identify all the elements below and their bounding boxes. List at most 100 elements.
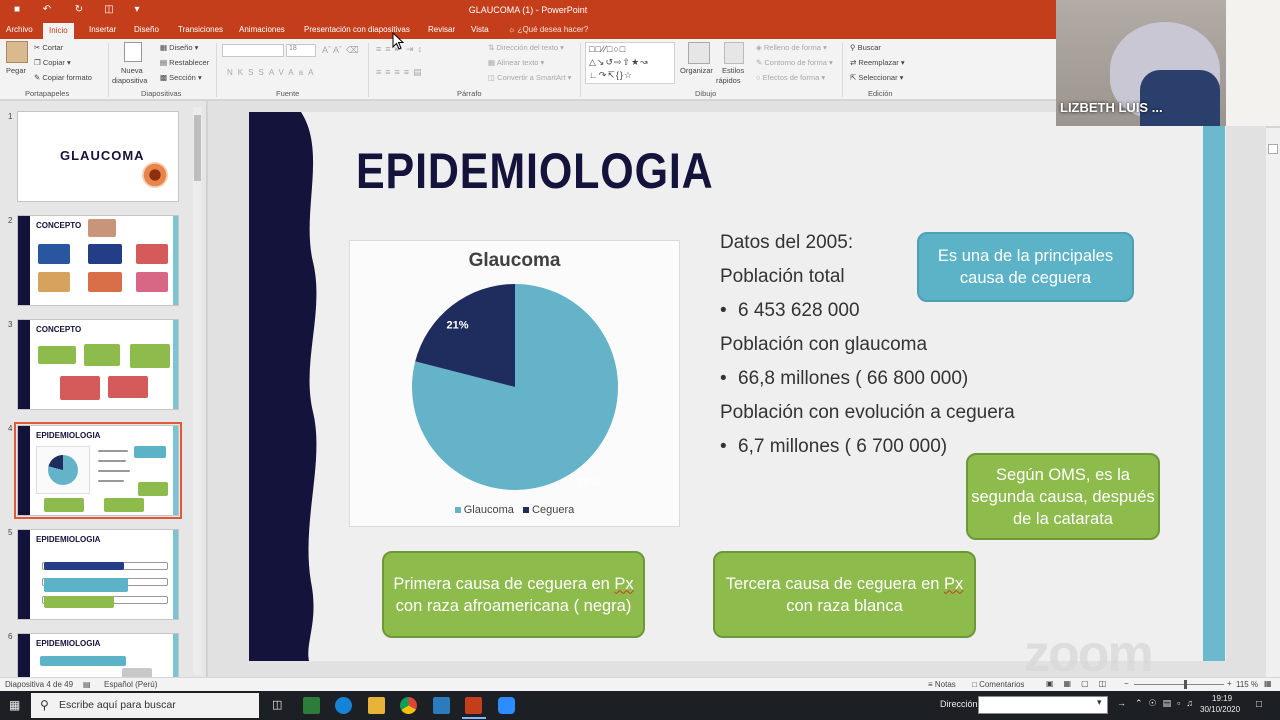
reset-button[interactable]: ▤ Restablecer — [160, 58, 209, 67]
spellcheck-icon[interactable]: ▤ — [83, 680, 91, 689]
underline-button[interactable]: S — [248, 68, 258, 77]
slide-thumbnail-6[interactable]: EPIDEMIOLOGIA — [17, 633, 179, 677]
paste-button[interactable]: Pegar — [6, 66, 26, 75]
app-icon-powerpoint[interactable] — [465, 697, 482, 714]
align-buttons[interactable]: ≡≡≡≡▤ — [376, 67, 426, 78]
font-name-select[interactable] — [222, 44, 284, 57]
windows-start-icon[interactable]: ▦ — [9, 698, 20, 712]
clock-time[interactable]: 19:19 — [1212, 694, 1232, 703]
arrange-button[interactable]: Organizar — [680, 66, 713, 75]
tab-revisar[interactable]: Revisar — [428, 25, 455, 34]
find-button[interactable]: ⚲ Buscar — [850, 43, 881, 52]
zoom-level[interactable]: 115 % — [1236, 680, 1258, 689]
tab-insertar[interactable]: Insertar — [89, 25, 116, 34]
tab-transiciones[interactable]: Transiciones — [178, 25, 223, 34]
section-button[interactable]: ▩ Sección ▾ — [160, 73, 202, 82]
tell-me-box[interactable]: ☼ ¿Qué desea hacer? — [508, 25, 588, 34]
slide-thumbnail-3[interactable]: CONCEPTO — [17, 319, 179, 410]
notes-button[interactable]: ≡ Notas — [928, 680, 956, 689]
zoom-slider-thumb[interactable] — [1184, 680, 1187, 689]
tab-diseno[interactable]: Diseño — [134, 25, 159, 34]
select-button[interactable]: ⇱ Seleccionar ▾ — [850, 73, 903, 82]
clock-date[interactable]: 30/10/2020 — [1200, 705, 1240, 714]
paste-icon[interactable] — [6, 41, 28, 63]
app-icon-calculator[interactable] — [433, 697, 450, 714]
case-button[interactable]: Aa — [288, 68, 308, 77]
go-icon[interactable]: → — [1117, 698, 1126, 708]
text-direction-button[interactable]: ⇅ Dirección del texto ▾ — [488, 43, 564, 52]
shape-outline-label: Contorno de forma — [764, 58, 827, 67]
callout-principal-causa[interactable]: Es una de la principales causa de ceguer… — [917, 232, 1134, 302]
new-slide-label-2[interactable]: diapositiva — [112, 76, 147, 85]
zoom-in-button[interactable]: + — [1227, 679, 1232, 688]
system-tray-icons[interactable]: ⌃☉▤▫♫ — [1135, 698, 1199, 709]
fit-slide-icon[interactable]: ▦ — [1264, 679, 1272, 688]
callout-oms[interactable]: Según OMS, es la segunda causa, después … — [966, 453, 1160, 540]
app-icon-file-explorer[interactable] — [368, 697, 385, 714]
address-toolbar-input[interactable] — [978, 696, 1108, 714]
notifications-icon[interactable]: □ — [1256, 699, 1262, 710]
align-text-button[interactable]: ▦ Alinear texto ▾ — [488, 58, 544, 67]
slide-thumbnail-4[interactable]: EPIDEMIOLOGIA — [14, 422, 182, 519]
italic-button[interactable]: K — [238, 68, 248, 77]
address-toolbar-label: Dirección — [940, 699, 978, 709]
callout-text-part: con raza afroamericana ( negra) — [395, 596, 632, 615]
comments-button[interactable]: □ Comentarios — [972, 680, 1024, 689]
slide-title[interactable]: EPIDEMIOLOGIA — [356, 142, 714, 200]
app-icon-chrome[interactable] — [400, 697, 417, 714]
new-slide-label-1[interactable]: Nueva — [121, 66, 143, 75]
shadow-button[interactable]: S — [258, 68, 268, 77]
spacing-button[interactable]: AV — [269, 68, 288, 77]
tab-animaciones[interactable]: Animaciones — [239, 25, 285, 34]
current-slide[interactable]: EPIDEMIOLOGIA Glaucoma 79% 21% Glaucoma C… — [249, 112, 1226, 661]
quick-styles-label-2[interactable]: rápidos — [716, 76, 741, 85]
font-color-button[interactable]: A — [308, 68, 318, 77]
layout-button[interactable]: ▦ Diseño ▾ — [160, 43, 198, 52]
scrollbar-thumb[interactable] — [1268, 144, 1278, 154]
reset-icon: ▤ — [160, 58, 170, 67]
bold-button[interactable]: N — [227, 68, 238, 77]
thumbnail-strip — [18, 216, 30, 305]
font-format-buttons[interactable]: NKSSAVAaA — [227, 68, 318, 77]
layout-label: Diseño — [169, 43, 193, 52]
scrollbar-thumb[interactable] — [194, 115, 201, 181]
tab-archivo[interactable]: Archivo — [6, 25, 33, 34]
language-indicator[interactable]: Español (Perú) — [104, 680, 157, 689]
grow-font-icon[interactable]: Aˆ Aˇ — [322, 45, 342, 55]
address-dropdown-icon[interactable]: ▾ — [1097, 697, 1102, 708]
slide-thumbnail-5[interactable]: EPIDEMIOLOGIA — [17, 529, 179, 620]
task-view-icon[interactable]: ◫ — [272, 698, 282, 711]
pie-chart[interactable]: Glaucoma 79% 21% Glaucoma Ceguera — [349, 240, 680, 527]
shape-effects-button[interactable]: ○ Efectos de forma ▾ — [756, 73, 825, 82]
zoom-slider[interactable] — [1134, 684, 1224, 685]
callout-tercera-causa[interactable]: Tercera causa de ceguera en Px con raza … — [713, 551, 976, 638]
app-icon-edge[interactable] — [335, 697, 352, 714]
clear-format-icon[interactable]: ⌫ — [346, 45, 359, 56]
new-slide-icon[interactable] — [124, 42, 142, 62]
active-app-indicator — [462, 717, 486, 719]
smartart-button[interactable]: ◫ Convertir a SmartArt ▾ — [488, 73, 571, 82]
arrange-icon[interactable] — [688, 42, 710, 64]
taskbar-search-box[interactable]: ⚲ Escribe aquí para buscar — [31, 693, 259, 718]
shape-outline-button[interactable]: ✎ Contorno de forma ▾ — [756, 58, 833, 67]
shape-fill-button[interactable]: ◈ Relleno de forma ▾ — [756, 43, 827, 52]
shapes-gallery[interactable]: □□∕∕□○□ △↘↺⇨⇧★↝ ∟↷↸{}☆ — [585, 42, 675, 84]
replace-button[interactable]: ⇄ Reemplazar ▾ — [850, 58, 905, 67]
tab-vista[interactable]: Vista — [471, 25, 489, 34]
tab-inicio[interactable]: Inicio — [43, 23, 74, 39]
slide-right-accent — [1203, 126, 1225, 661]
format-painter-button[interactable]: ✎ Copiar formato — [34, 73, 92, 82]
font-size-select[interactable]: 18 — [286, 44, 316, 57]
app-icon-zoom[interactable] — [498, 697, 515, 714]
app-icon-store[interactable] — [303, 697, 320, 714]
stat-bullet: • 66,8 millones ( 66 800 000) — [720, 368, 969, 389]
callout-primera-causa[interactable]: Primera causa de ceguera en Px con raza … — [382, 551, 645, 638]
quick-styles-icon[interactable] — [724, 42, 744, 64]
slide-thumbnail-2[interactable]: CONCEPTO — [17, 215, 179, 306]
thumbnail-scrollbar[interactable] — [193, 107, 202, 675]
quick-styles-label-1[interactable]: Estilos — [722, 66, 744, 75]
canvas-scrollbar[interactable] — [1266, 128, 1280, 677]
copy-button[interactable]: ❐ Copiar ▾ — [34, 58, 71, 67]
slide-thumbnail-1[interactable]: GLAUCOMA — [17, 111, 179, 202]
cut-button[interactable]: ✂ Cortar — [34, 43, 63, 52]
